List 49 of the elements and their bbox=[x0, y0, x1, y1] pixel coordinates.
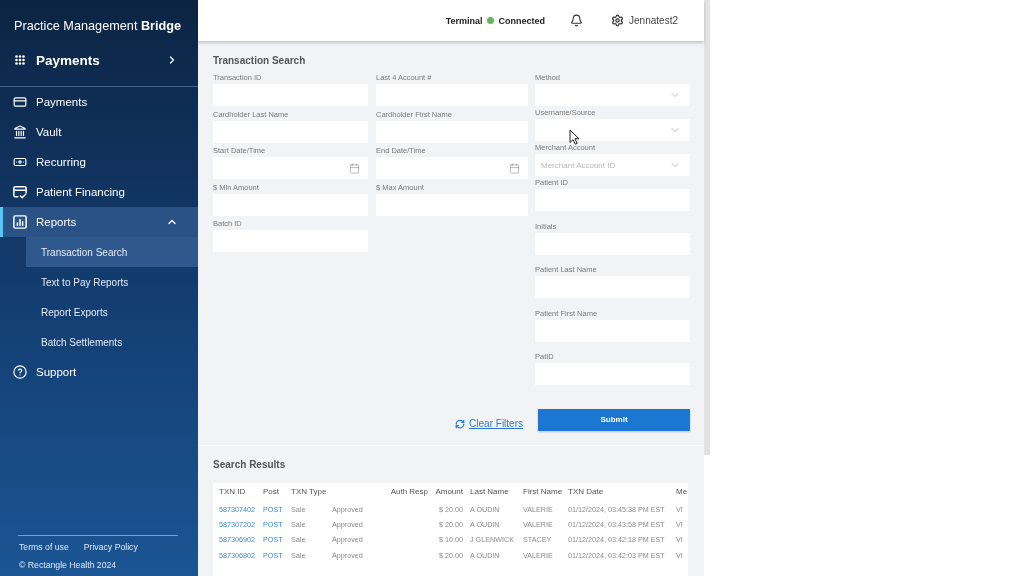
terminal-label: Terminal bbox=[445, 15, 483, 26]
column-header: Last Name bbox=[470, 487, 509, 497]
submit-button[interactable]: Submit bbox=[538, 408, 690, 431]
bar-chart-icon bbox=[13, 215, 27, 229]
logo-text: Practice Management Bridge bbox=[14, 18, 182, 34]
dropdown-field[interactable] bbox=[535, 84, 690, 106]
module-switcher[interactable]: Payments bbox=[0, 46, 198, 74]
nav-subitem[interactable]: Text to Pay Reports bbox=[26, 267, 198, 297]
nav-item[interactable]: Patient Financing bbox=[0, 177, 198, 207]
date-field[interactable] bbox=[376, 157, 528, 179]
copyright-text: © Rectangle Health 2024 bbox=[19, 559, 117, 571]
column-header: Auth Resp bbox=[390, 487, 428, 497]
column-header: TXN Type bbox=[291, 487, 327, 497]
column-header: TXN Date bbox=[568, 487, 604, 497]
calendar-icon bbox=[349, 162, 360, 174]
nav-subitem[interactable]: Transaction Search bbox=[26, 237, 198, 267]
refresh-icon bbox=[455, 418, 466, 429]
section-title: Transaction Search bbox=[213, 54, 306, 68]
cursor-icon bbox=[569, 129, 580, 145]
column-header: Amount bbox=[435, 487, 463, 497]
section-title: Search Results bbox=[213, 457, 286, 472]
calendar-icon bbox=[509, 162, 520, 174]
footer-link[interactable]: Privacy Policy bbox=[83, 541, 138, 553]
grid-icon bbox=[15, 55, 25, 65]
help-icon bbox=[13, 365, 27, 379]
credit-card-icon bbox=[13, 95, 27, 109]
banknote-icon bbox=[13, 155, 27, 169]
nav-subitem[interactable]: Report Exports bbox=[26, 297, 198, 327]
column-header: First Name bbox=[523, 487, 563, 497]
column-header: TXN ID bbox=[219, 487, 246, 497]
nav-item[interactable]: Recurring bbox=[0, 147, 198, 177]
nav-subitem[interactable]: Batch Settlements bbox=[26, 327, 198, 357]
connection-status: Connected bbox=[498, 15, 546, 26]
nav-item[interactable]: Support bbox=[0, 357, 198, 387]
column-header: Me bbox=[676, 487, 688, 497]
nav-item[interactable]: Payments bbox=[0, 87, 198, 117]
clear-filters-link[interactable]: Clear Filters bbox=[455, 416, 523, 431]
nav-item[interactable]: Vault bbox=[0, 117, 198, 147]
nav-item[interactable]: Reports bbox=[0, 207, 198, 237]
scrollbar[interactable] bbox=[704, 0, 710, 455]
column-header: Post bbox=[263, 487, 279, 497]
user-menu[interactable]: Jennatest2 bbox=[611, 14, 678, 27]
bell-icon[interactable] bbox=[570, 14, 584, 27]
footer-link[interactable]: Terms of use bbox=[19, 541, 69, 553]
date-field[interactable] bbox=[213, 157, 368, 179]
card-check-icon bbox=[13, 185, 27, 199]
settings-icon bbox=[611, 14, 625, 27]
bank-icon bbox=[13, 125, 27, 139]
dropdown-field[interactable] bbox=[535, 119, 690, 141]
